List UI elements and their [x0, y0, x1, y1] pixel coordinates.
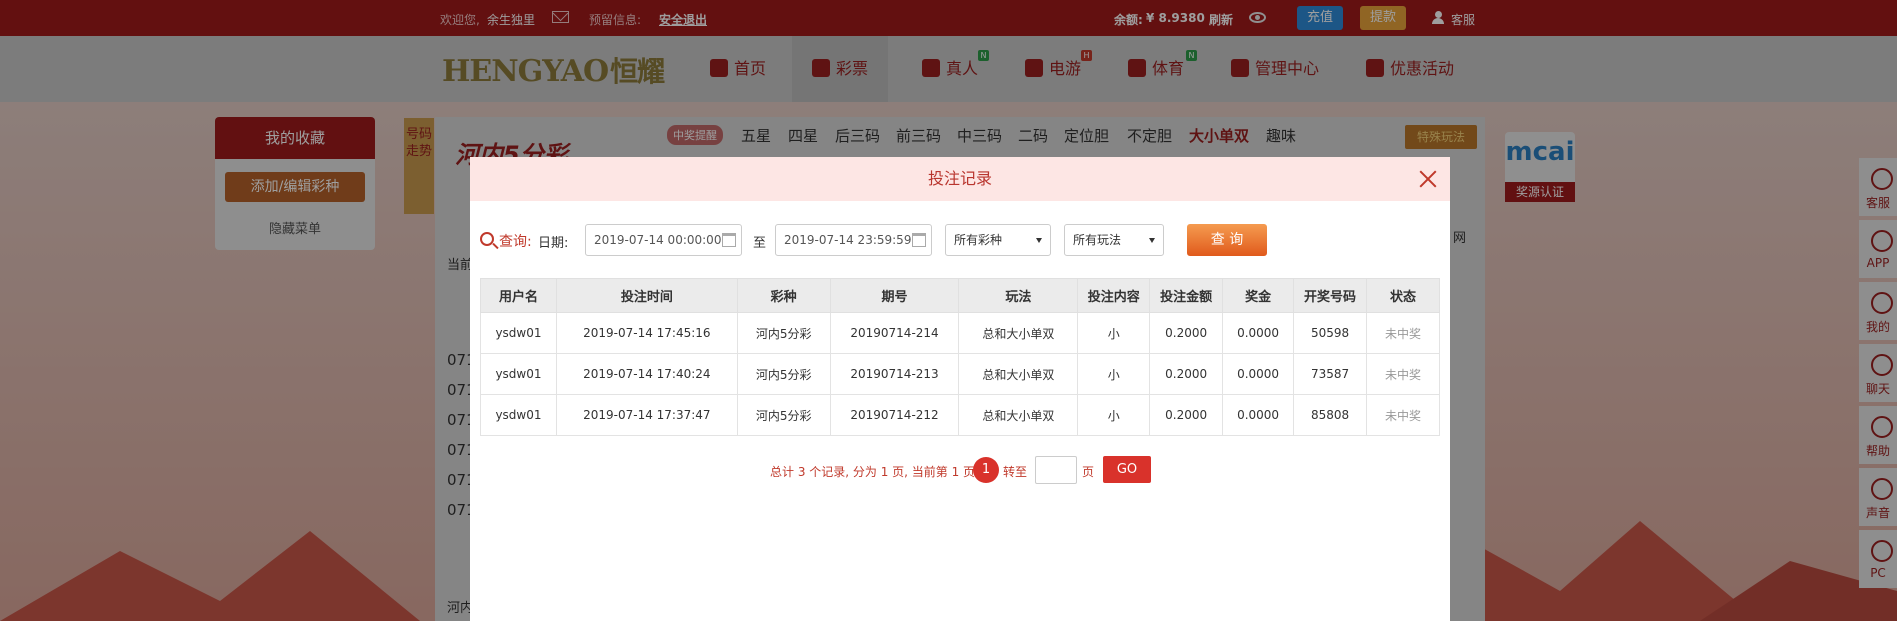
cell-bet-time: 2019-07-14 17:37:47 — [555, 394, 738, 436]
modal-title: 投注记录 — [927, 169, 992, 188]
cell-amount: 0.2000 — [1149, 312, 1224, 354]
cell-content: 小 — [1077, 353, 1151, 395]
cell-bet-time: 2019-07-14 17:40:24 — [555, 353, 738, 395]
play-select-value: 所有玩法 — [1073, 233, 1122, 247]
page-label: 页 — [1082, 465, 1095, 479]
cell-content: 小 — [1077, 312, 1151, 354]
cell-draw-number: 50598 — [1293, 312, 1367, 354]
query-button[interactable]: 查 询 — [1187, 224, 1267, 256]
goto-page-input[interactable] — [1035, 456, 1077, 484]
col-status: 状态 — [1366, 278, 1440, 313]
cell-prize: 0.0000 — [1222, 394, 1295, 436]
col-lottery: 彩种 — [736, 278, 831, 313]
cell-prize: 0.0000 — [1222, 312, 1295, 354]
calendar-icon — [912, 233, 926, 247]
table-row[interactable]: ysdw01 2019-07-14 17:40:24 河内5分彩 2019071… — [480, 353, 1440, 395]
search-icon — [480, 232, 494, 246]
cell-bet-time: 2019-07-14 17:45:16 — [555, 312, 738, 354]
cell-issue: 20190714-212 — [829, 394, 960, 436]
cell-draw-number: 73587 — [1293, 353, 1367, 395]
col-content: 投注内容 — [1077, 278, 1151, 313]
cell-play: 总和大小单双 — [958, 353, 1079, 395]
cell-status: 未中奖 — [1366, 353, 1440, 395]
col-issue: 期号 — [829, 278, 960, 313]
cell-content: 小 — [1077, 394, 1151, 436]
cell-username: ysdw01 — [480, 353, 557, 395]
table-header-row: 用户名 投注时间 彩种 期号 玩法 投注内容 投注金额 奖金 开奖号码 状态 — [480, 278, 1440, 313]
pagination: 总计 3 个记录, 分为 1 页, 当前第 1 页 1 转至 页 GO — [470, 456, 1450, 484]
bet-records-table: 用户名 投注时间 彩种 期号 玩法 投注内容 投注金额 奖金 开奖号码 状态 y… — [480, 278, 1440, 436]
table-row[interactable]: ysdw01 2019-07-14 17:45:16 河内5分彩 2019071… — [480, 312, 1440, 354]
bet-records-modal: 投注记录 查询: 日期: 2019-07-14 00:00:00 至 2019-… — [470, 157, 1450, 621]
close-icon[interactable] — [1417, 168, 1439, 190]
modal-header: 投注记录 — [470, 157, 1450, 201]
cell-issue: 20190714-214 — [829, 312, 960, 354]
date-label: 日期: — [538, 236, 569, 251]
col-username: 用户名 — [480, 278, 557, 313]
go-button[interactable]: GO — [1103, 456, 1151, 483]
cell-username: ysdw01 — [480, 312, 557, 354]
cell-draw-number: 85808 — [1293, 394, 1367, 436]
cell-amount: 0.2000 — [1149, 353, 1224, 395]
end-date-input[interactable]: 2019-07-14 23:59:59 — [775, 224, 932, 256]
chevron-down-icon — [1149, 238, 1155, 243]
cell-lottery: 河内5分彩 — [736, 394, 831, 436]
start-date-value: 2019-07-14 00:00:00 — [594, 233, 722, 247]
to-label: 至 — [753, 236, 767, 251]
cell-play: 总和大小单双 — [958, 312, 1079, 354]
col-draw-number: 开奖号码 — [1293, 278, 1367, 313]
cell-status: 未中奖 — [1366, 312, 1440, 354]
end-date-value: 2019-07-14 23:59:59 — [784, 233, 912, 247]
cell-username: ysdw01 — [480, 394, 557, 436]
cell-play: 总和大小单双 — [958, 394, 1079, 436]
calendar-icon — [722, 233, 736, 247]
lottery-select[interactable]: 所有彩种 — [945, 224, 1051, 256]
query-label: 查询: — [499, 234, 532, 250]
goto-label: 转至 — [1003, 465, 1028, 479]
cell-lottery: 河内5分彩 — [736, 312, 831, 354]
start-date-input[interactable]: 2019-07-14 00:00:00 — [585, 224, 742, 256]
page-1-button[interactable]: 1 — [973, 457, 999, 483]
col-prize: 奖金 — [1222, 278, 1295, 313]
play-select[interactable]: 所有玩法 — [1064, 224, 1164, 256]
pager-summary: 总计 3 个记录, 分为 1 页, 当前第 1 页 — [770, 465, 976, 479]
lottery-select-value: 所有彩种 — [954, 233, 1003, 247]
col-play: 玩法 — [958, 278, 1079, 313]
cell-prize: 0.0000 — [1222, 353, 1295, 395]
chevron-down-icon — [1036, 238, 1042, 243]
cell-amount: 0.2000 — [1149, 394, 1224, 436]
col-bet-time: 投注时间 — [555, 278, 738, 313]
cell-status: 未中奖 — [1366, 394, 1440, 436]
col-amount: 投注金额 — [1149, 278, 1224, 313]
cell-lottery: 河内5分彩 — [736, 353, 831, 395]
table-row[interactable]: ysdw01 2019-07-14 17:37:47 河内5分彩 2019071… — [480, 394, 1440, 436]
cell-issue: 20190714-213 — [829, 353, 960, 395]
